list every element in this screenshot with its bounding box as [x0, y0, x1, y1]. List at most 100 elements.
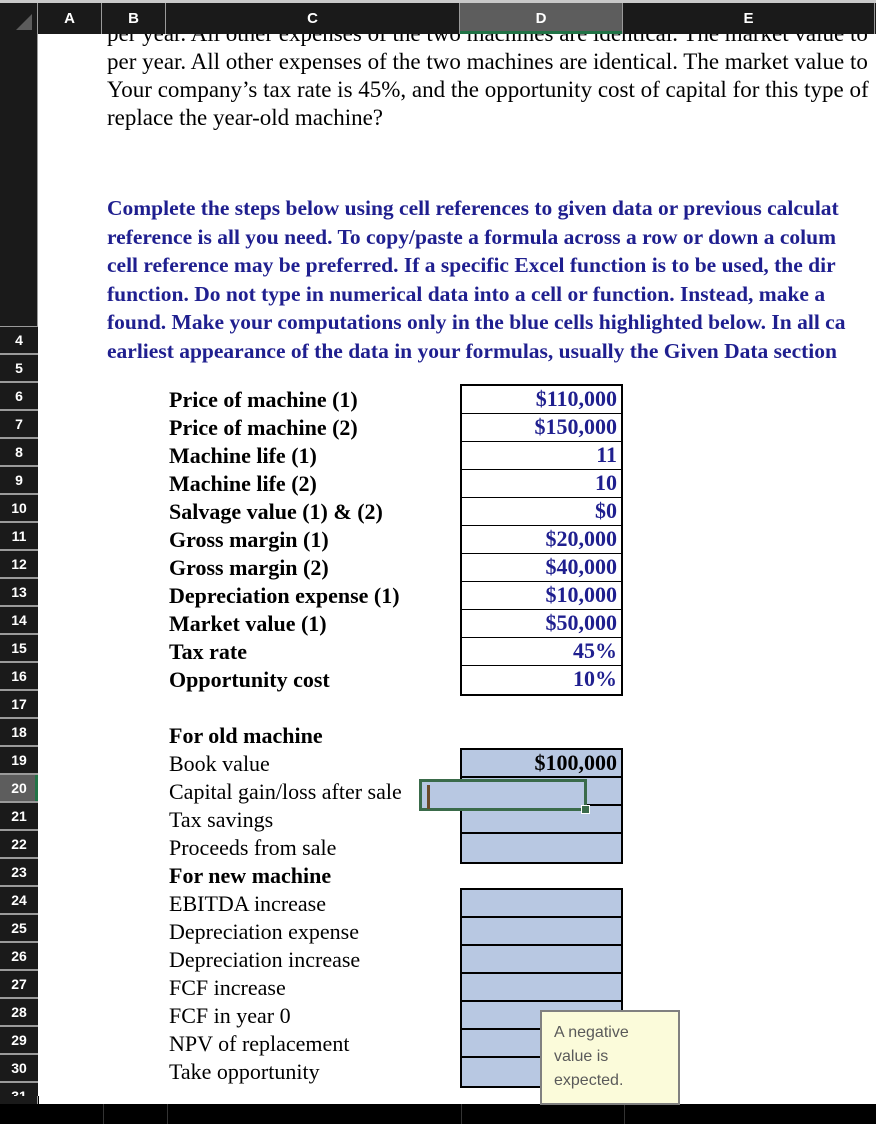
row-header-21[interactable]: 21 — [0, 802, 38, 830]
row-header-12[interactable]: 12 — [0, 550, 38, 578]
row-header-16[interactable]: 16 — [0, 662, 38, 690]
narrative-line-1: per year. All other expenses of the two … — [107, 49, 868, 74]
value-depreciation-expense-1[interactable]: $10,000 — [462, 582, 621, 610]
row-header-19-label: 19 — [11, 752, 27, 768]
cell-comment-tooltip: A negative value is expected. — [540, 1010, 680, 1105]
row-header-28[interactable]: 28 — [0, 998, 38, 1026]
row-header-6[interactable]: 6 — [0, 382, 38, 410]
heading-for-old-machine: For old machine — [169, 723, 323, 748]
row-header-23[interactable]: 23 — [0, 858, 38, 886]
row-header-29-label: 29 — [11, 1032, 27, 1048]
row-header-14[interactable]: 14 — [0, 606, 38, 634]
value-tax-rate[interactable]: 45% — [462, 638, 621, 666]
row-header-4-label: 4 — [15, 332, 23, 348]
row-header-22[interactable]: 22 — [0, 830, 38, 858]
sheet-grid[interactable]: per year. All other expenses of the two … — [39, 34, 876, 1096]
row-header-30-label: 30 — [11, 1060, 27, 1076]
spreadsheet-window: A B C D E 4 5 6 7 8 9 10 11 12 13 14 15 … — [0, 0, 876, 1124]
label-salvage-value: Salvage value (1) & (2) — [169, 499, 383, 524]
label-machine-life-2: Machine life (2) — [169, 471, 317, 496]
row-header-9[interactable]: 9 — [0, 466, 38, 494]
column-header-a[interactable]: A — [38, 3, 102, 34]
given-data-value-box: $110,000 $150,000 11 10 $0 $20,000 $40,0… — [460, 384, 623, 696]
label-price-machine-1: Price of machine (1) — [169, 387, 358, 412]
row-header-11-label: 11 — [11, 528, 27, 544]
value-price-machine-2[interactable]: $150,000 — [462, 414, 621, 442]
row-header-17[interactable]: 17 — [0, 690, 38, 718]
row-header-27[interactable]: 27 — [0, 970, 38, 998]
narrative-line-3: replace the year-old machine? — [107, 105, 384, 130]
cell-proceeds-from-sale[interactable] — [462, 834, 621, 862]
active-cell-selection[interactable] — [419, 779, 587, 811]
row-header-18[interactable]: 18 — [0, 718, 38, 746]
row-header-6-label: 6 — [15, 388, 23, 404]
row-header-26[interactable]: 26 — [0, 942, 38, 970]
label-price-machine-2: Price of machine (2) — [169, 415, 358, 440]
row-header-20-label: 20 — [11, 780, 27, 796]
value-market-value-1[interactable]: $50,000 — [462, 610, 621, 638]
row-header-8-label: 8 — [15, 444, 23, 460]
row-header-16-label: 16 — [11, 668, 27, 684]
row-header-11[interactable]: 11 — [0, 522, 38, 550]
label-tax-savings: Tax savings — [169, 807, 274, 832]
row-header-26-label: 26 — [11, 948, 27, 964]
row-header-7[interactable]: 7 — [0, 410, 38, 438]
value-salvage-value[interactable]: $0 — [462, 498, 621, 526]
value-gross-margin-1[interactable]: $20,000 — [462, 526, 621, 554]
value-machine-life-2[interactable]: 10 — [462, 470, 621, 498]
row-header-30[interactable]: 30 — [0, 1054, 38, 1082]
row-header-28-label: 28 — [11, 1004, 27, 1020]
row-header-17-label: 17 — [11, 696, 27, 712]
fill-handle[interactable] — [581, 805, 590, 814]
column-header-b-label: B — [128, 10, 139, 27]
bottom-separator-3 — [461, 1104, 462, 1124]
cell-depreciation-increase[interactable] — [462, 946, 621, 974]
label-npv-of-replacement: NPV of replacement — [169, 1031, 350, 1056]
tooltip-line-3: expected. — [554, 1072, 624, 1089]
cell-ebitda-increase[interactable] — [462, 890, 621, 918]
instructions-line-4: function. Do not type in numerical data … — [107, 281, 826, 306]
row-header-4[interactable]: 4 — [0, 326, 38, 354]
value-gross-margin-2[interactable]: $40,000 — [462, 554, 621, 582]
row-header-19[interactable]: 19 — [0, 746, 38, 774]
row-header-22-label: 22 — [11, 836, 27, 852]
instructions-block: Complete the steps below using cell refe… — [107, 194, 876, 365]
row-header-strip: 4 5 6 7 8 9 10 11 12 13 14 15 16 17 18 1… — [0, 34, 38, 1110]
column-header-c[interactable]: C — [166, 3, 460, 34]
row-header-20[interactable]: 20 — [0, 774, 38, 802]
row-header-21-label: 21 — [11, 808, 27, 824]
row-header-13[interactable]: 13 — [0, 578, 38, 606]
row-header-5[interactable]: 5 — [0, 354, 38, 382]
column-header-b[interactable]: B — [102, 3, 166, 34]
cell-depreciation-expense[interactable] — [462, 918, 621, 946]
row-header-24-label: 24 — [11, 892, 27, 908]
value-price-machine-1[interactable]: $110,000 — [462, 386, 621, 414]
row-header-8[interactable]: 8 — [0, 438, 38, 466]
row-header-24[interactable]: 24 — [0, 886, 38, 914]
row-header-7-label: 7 — [15, 416, 23, 432]
column-header-d[interactable]: D — [460, 3, 623, 34]
value-opportunity-cost[interactable]: 10% — [462, 666, 621, 694]
narrative-clipped-line: per year. All other expenses of the two … — [107, 34, 876, 48]
cell-book-value[interactable]: $100,000 — [462, 750, 621, 778]
tooltip-line-2: value is — [554, 1048, 609, 1065]
bottom-separator-2 — [167, 1104, 168, 1124]
instructions-line-2: reference is all you need. To copy/paste… — [107, 224, 836, 249]
bottom-edge-band — [0, 1096, 876, 1124]
cell-fcf-increase[interactable] — [462, 974, 621, 1002]
row-header-12-label: 12 — [11, 556, 27, 572]
row-header-18-label: 18 — [11, 724, 27, 740]
column-header-strip: A B C D E — [0, 0, 876, 34]
label-tax-rate: Tax rate — [169, 639, 248, 664]
select-all-corner[interactable] — [0, 3, 38, 34]
row-header-29[interactable]: 29 — [0, 1026, 38, 1054]
row-header-15[interactable]: 15 — [0, 634, 38, 662]
row-header-10[interactable]: 10 — [0, 494, 38, 522]
bottom-white-gap — [39, 1096, 876, 1104]
problem-narrative: per year. All other expenses of the two … — [107, 34, 876, 132]
row-header-14-label: 14 — [11, 612, 27, 628]
value-machine-life-1[interactable]: 11 — [462, 442, 621, 470]
row-header-25[interactable]: 25 — [0, 914, 38, 942]
column-header-e[interactable]: E — [623, 3, 875, 34]
row-header-27-label: 27 — [11, 976, 27, 992]
